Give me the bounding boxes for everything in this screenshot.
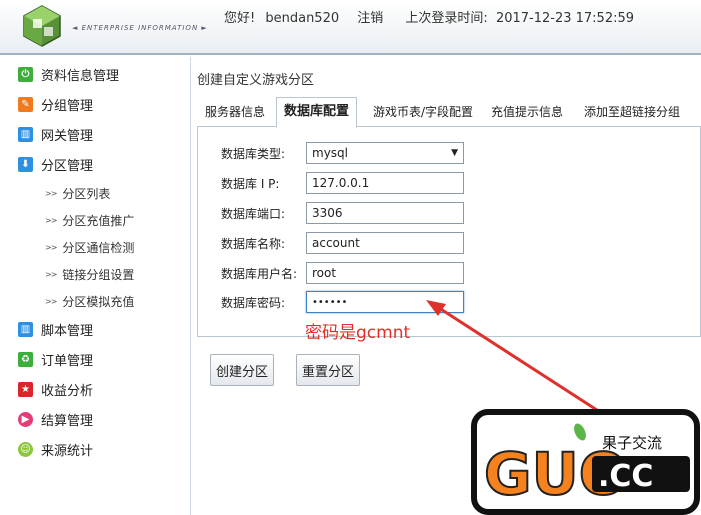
db-user-label: 数据库用户名: bbox=[221, 266, 298, 281]
db-type-label: 数据库类型: bbox=[221, 146, 286, 161]
db-name-label: 数据库名称: bbox=[221, 236, 286, 251]
tab-add-link-group[interactable]: 添加至超链接分组 bbox=[584, 103, 680, 127]
db-name-row: 数据库名称: account bbox=[221, 232, 464, 254]
double-chevron-icon: >> bbox=[45, 269, 57, 279]
sidebar-item-label: 结算管理 bbox=[41, 413, 94, 429]
sidebar-item-partitions[interactable]: ⬇ 分区管理 bbox=[18, 154, 93, 174]
sidebar-subitem-link-groups[interactable]: >> 链接分组设置 bbox=[45, 265, 134, 283]
last-login-label: 上次登录时间: bbox=[405, 11, 488, 26]
double-chevron-icon: >> bbox=[45, 188, 57, 198]
smile-icon: ☺ bbox=[18, 441, 33, 457]
sidebar-item-label: 脚本管理 bbox=[41, 323, 94, 339]
sidebar-subitem-label: 链接分组设置 bbox=[62, 267, 135, 282]
grid-icon: ▥ bbox=[18, 321, 33, 337]
grid-icon: ▥ bbox=[18, 126, 33, 142]
sidebar-item-label: 收益分析 bbox=[41, 383, 94, 399]
logo-cube-icon bbox=[23, 5, 61, 47]
page-title: 创建自定义游戏分区 bbox=[197, 73, 315, 88]
db-ip-label: 数据库 I P: bbox=[221, 176, 280, 191]
sidebar-subitem-label: 分区充值推广 bbox=[62, 213, 135, 228]
sidebar-subitem-label: 分区通信检测 bbox=[62, 240, 135, 255]
sidebar-item-label: 来源统计 bbox=[41, 443, 94, 459]
username: bendan520 bbox=[265, 11, 340, 26]
tab-database-config[interactable]: 数据库配置 bbox=[276, 97, 358, 128]
sidebar-subitem-comm-check[interactable]: >> 分区通信检测 bbox=[45, 238, 134, 256]
tab-server-info[interactable]: 服务器信息 bbox=[205, 103, 265, 127]
watermark-domain: .CC bbox=[598, 459, 653, 494]
sidebar-item-label: 网关管理 bbox=[41, 128, 94, 144]
pencil-icon: ✎ bbox=[18, 96, 33, 112]
tab-currency-fields[interactable]: 游戏币表/字段配置 bbox=[373, 103, 473, 127]
recycle-icon: ♻ bbox=[18, 351, 33, 367]
sidebar-item-profile[interactable]: ⏻ 资料信息管理 bbox=[18, 64, 119, 84]
db-config-panel: 数据库类型: mysql ▼ 数据库 I P: 127.0.0.1 数据库端口:… bbox=[197, 127, 701, 337]
sidebar-item-gateway[interactable]: ▥ 网关管理 bbox=[18, 124, 93, 144]
logout-link[interactable]: 注销 bbox=[357, 11, 383, 26]
watermark-badge-icon: GUO 果子交流 .CC bbox=[471, 409, 700, 515]
sidebar-item-orders[interactable]: ♻ 订单管理 bbox=[18, 349, 93, 369]
db-password-input[interactable]: •••••• bbox=[306, 291, 464, 313]
header-bar: ◄ ENTERPRISE INFORMATION ► 您好! bendan520… bbox=[0, 0, 701, 55]
db-user-row: 数据库用户名: root bbox=[221, 262, 464, 284]
star-icon: ★ bbox=[18, 381, 33, 397]
db-ip-input[interactable]: 127.0.0.1 bbox=[306, 172, 464, 194]
power-icon: ⏻ bbox=[18, 66, 33, 82]
db-type-value: mysql bbox=[312, 146, 348, 160]
db-port-label: 数据库端口: bbox=[221, 206, 286, 221]
db-type-row: 数据库类型: mysql ▼ bbox=[221, 142, 464, 164]
reset-partition-button[interactable]: 重置分区 bbox=[296, 354, 360, 386]
sidebar-item-source-stats[interactable]: ☺ 来源统计 bbox=[18, 439, 93, 459]
sidebar: ⏻ 资料信息管理 ✎ 分组管理 ▥ 网关管理 ⬇ 分区管理 >> 分区列表 >>… bbox=[0, 57, 191, 515]
sidebar-subitem-label: 分区列表 bbox=[62, 186, 111, 201]
db-port-input[interactable]: 3306 bbox=[306, 202, 464, 224]
double-chevron-icon: >> bbox=[45, 296, 57, 306]
sidebar-item-label: 资料信息管理 bbox=[41, 68, 120, 84]
sidebar-subitem-label: 分区模拟充值 bbox=[62, 294, 135, 309]
play-icon: ▶ bbox=[18, 411, 33, 427]
sidebar-subitem-mock-recharge[interactable]: >> 分区模拟充值 bbox=[45, 292, 134, 310]
tab-bar: 服务器信息 数据库配置 游戏币表/字段配置 充值提示信息 添加至超链接分组 bbox=[197, 97, 701, 128]
db-port-row: 数据库端口: 3306 bbox=[221, 202, 464, 224]
sidebar-subitem-partition-list[interactable]: >> 分区列表 bbox=[45, 184, 110, 202]
sidebar-subitem-recharge-promo[interactable]: >> 分区充值推广 bbox=[45, 211, 134, 229]
watermark-logo: GUO 果子交流 .CC bbox=[470, 408, 701, 515]
sidebar-item-label: 分区管理 bbox=[41, 158, 94, 174]
create-partition-button[interactable]: 创建分区 bbox=[210, 354, 274, 386]
db-ip-row: 数据库 I P: 127.0.0.1 bbox=[221, 172, 464, 194]
db-name-input[interactable]: account bbox=[306, 232, 464, 254]
sidebar-item-groups[interactable]: ✎ 分组管理 bbox=[18, 94, 93, 114]
sidebar-item-settlement[interactable]: ▶ 结算管理 bbox=[18, 409, 93, 429]
watermark-tagline: 果子交流 bbox=[602, 434, 662, 452]
last-login-time: 2017-12-23 17:52:59 bbox=[495, 11, 635, 26]
double-chevron-icon: >> bbox=[45, 242, 57, 252]
db-pass-row: 数据库密码: •••••• bbox=[221, 291, 464, 313]
sidebar-item-label: 订单管理 bbox=[41, 353, 94, 369]
greeting: 您好! bbox=[224, 11, 256, 26]
download-icon: ⬇ bbox=[18, 156, 33, 172]
user-bar: 您好! bendan520 注销 上次登录时间: 2017-12-23 17:5… bbox=[224, 7, 640, 26]
sidebar-item-label: 分组管理 bbox=[41, 98, 94, 114]
db-pass-label: 数据库密码: bbox=[221, 295, 286, 310]
logo-text: ◄ ENTERPRISE INFORMATION ► bbox=[72, 24, 208, 32]
dropdown-arrow-icon: ▼ bbox=[451, 148, 458, 158]
sidebar-item-scripts[interactable]: ▥ 脚本管理 bbox=[18, 319, 93, 339]
db-type-select[interactable]: mysql ▼ bbox=[306, 142, 464, 164]
db-user-input[interactable]: root bbox=[306, 262, 464, 284]
sidebar-item-revenue[interactable]: ★ 收益分析 bbox=[18, 379, 93, 399]
annotation-text: 密码是gcmnt bbox=[305, 323, 411, 343]
double-chevron-icon: >> bbox=[45, 215, 57, 225]
tab-recharge-tips[interactable]: 充值提示信息 bbox=[491, 103, 563, 127]
